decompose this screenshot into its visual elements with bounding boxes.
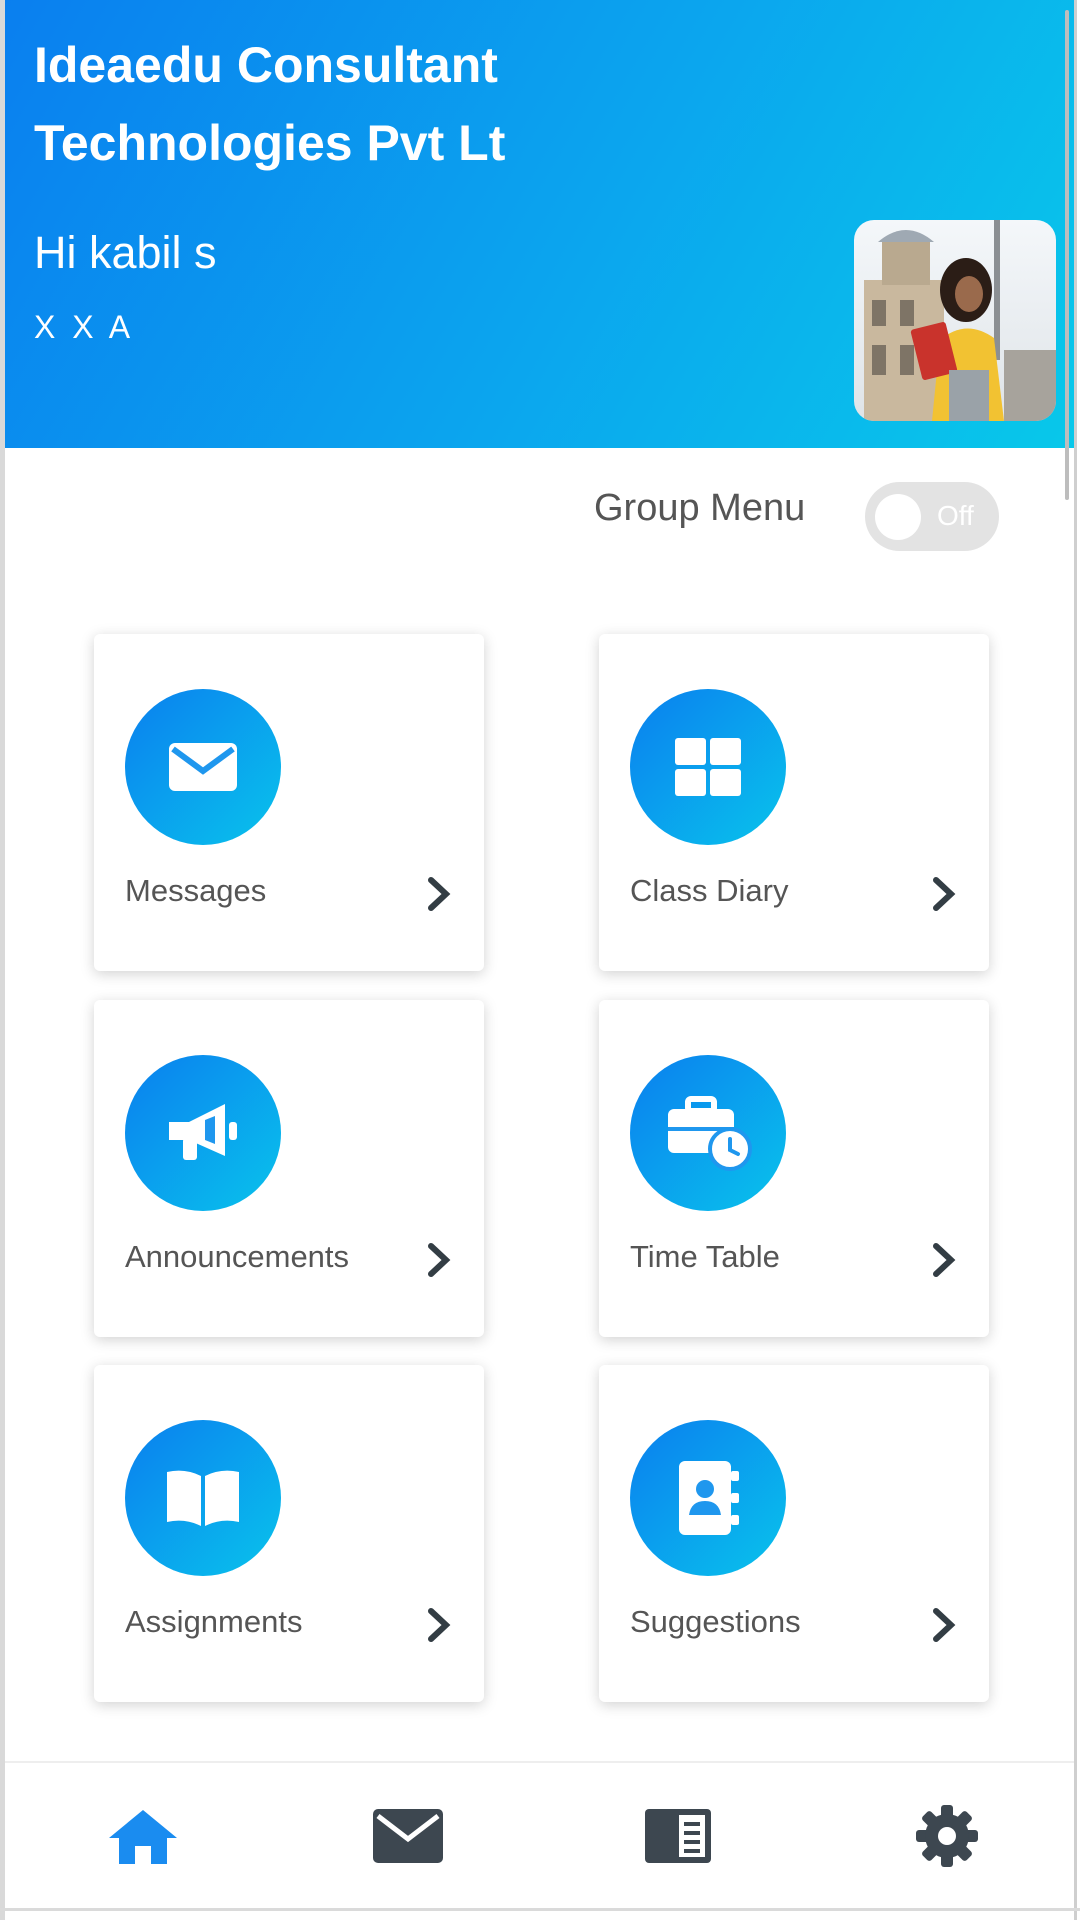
announcements-card[interactable]: Announcements	[94, 1000, 484, 1337]
frame-border-bottom	[0, 1908, 1080, 1911]
scrollbar-thumb[interactable]	[1065, 10, 1069, 500]
card-label: Time Table	[630, 1239, 780, 1274]
home-icon	[109, 1810, 177, 1864]
gear-icon	[916, 1805, 978, 1867]
frame-border-right	[1074, 0, 1077, 1920]
assignments-card[interactable]: Assignments	[94, 1365, 484, 1702]
time-table-card[interactable]: Time Table	[599, 1000, 989, 1337]
card-label: Assignments	[125, 1604, 303, 1639]
card-label: Messages	[125, 873, 267, 908]
nav-home[interactable]	[103, 1801, 183, 1871]
chevron-right-icon	[933, 877, 956, 911]
student-photo-illustration	[854, 220, 1056, 421]
organization-name: Ideaedu Consultant Technologies Pvt Lt	[34, 37, 506, 171]
chevron-right-icon	[933, 1243, 956, 1277]
profile-photo[interactable]	[854, 220, 1056, 421]
nav-mail[interactable]	[368, 1801, 448, 1871]
nav-book-list[interactable]	[638, 1801, 718, 1871]
megaphone-icon	[125, 1055, 281, 1211]
messages-card[interactable]: Messages	[94, 634, 484, 971]
card-label: Announcements	[125, 1239, 350, 1274]
greeting-text: Hi kabil s	[34, 227, 217, 278]
chevron-right-icon	[428, 877, 451, 911]
group-menu-toggle[interactable]: Off	[865, 482, 999, 551]
class-diary-card[interactable]: Class Diary	[599, 634, 989, 971]
chevron-right-icon	[933, 1608, 956, 1642]
chevron-right-icon	[428, 1608, 451, 1642]
class-label: X X A	[34, 309, 135, 345]
toggle-knob	[875, 494, 921, 540]
grid-icon	[630, 689, 786, 845]
book-list-icon	[645, 1809, 711, 1863]
mail-icon	[373, 1809, 443, 1863]
open-book-icon	[125, 1420, 281, 1576]
chevron-right-icon	[428, 1243, 451, 1277]
bottom-navigation	[5, 1761, 1074, 1910]
toggle-state-text: Off	[937, 500, 974, 531]
app-screen: Ideaedu Consultant Technologies Pvt Lt H…	[0, 0, 1080, 1920]
card-label: Suggestions	[630, 1604, 801, 1639]
frame-border-left	[0, 0, 5, 1920]
envelope-icon	[125, 689, 281, 845]
card-label: Class Diary	[630, 873, 789, 908]
nav-settings[interactable]	[907, 1801, 987, 1871]
group-menu-label: Group Menu	[594, 487, 806, 529]
suggestions-card[interactable]: Suggestions	[599, 1365, 989, 1702]
contact-book-icon	[630, 1420, 786, 1576]
header-banner: Ideaedu Consultant Technologies Pvt Lt H…	[5, 0, 1074, 448]
briefcase-clock-icon	[630, 1055, 786, 1211]
